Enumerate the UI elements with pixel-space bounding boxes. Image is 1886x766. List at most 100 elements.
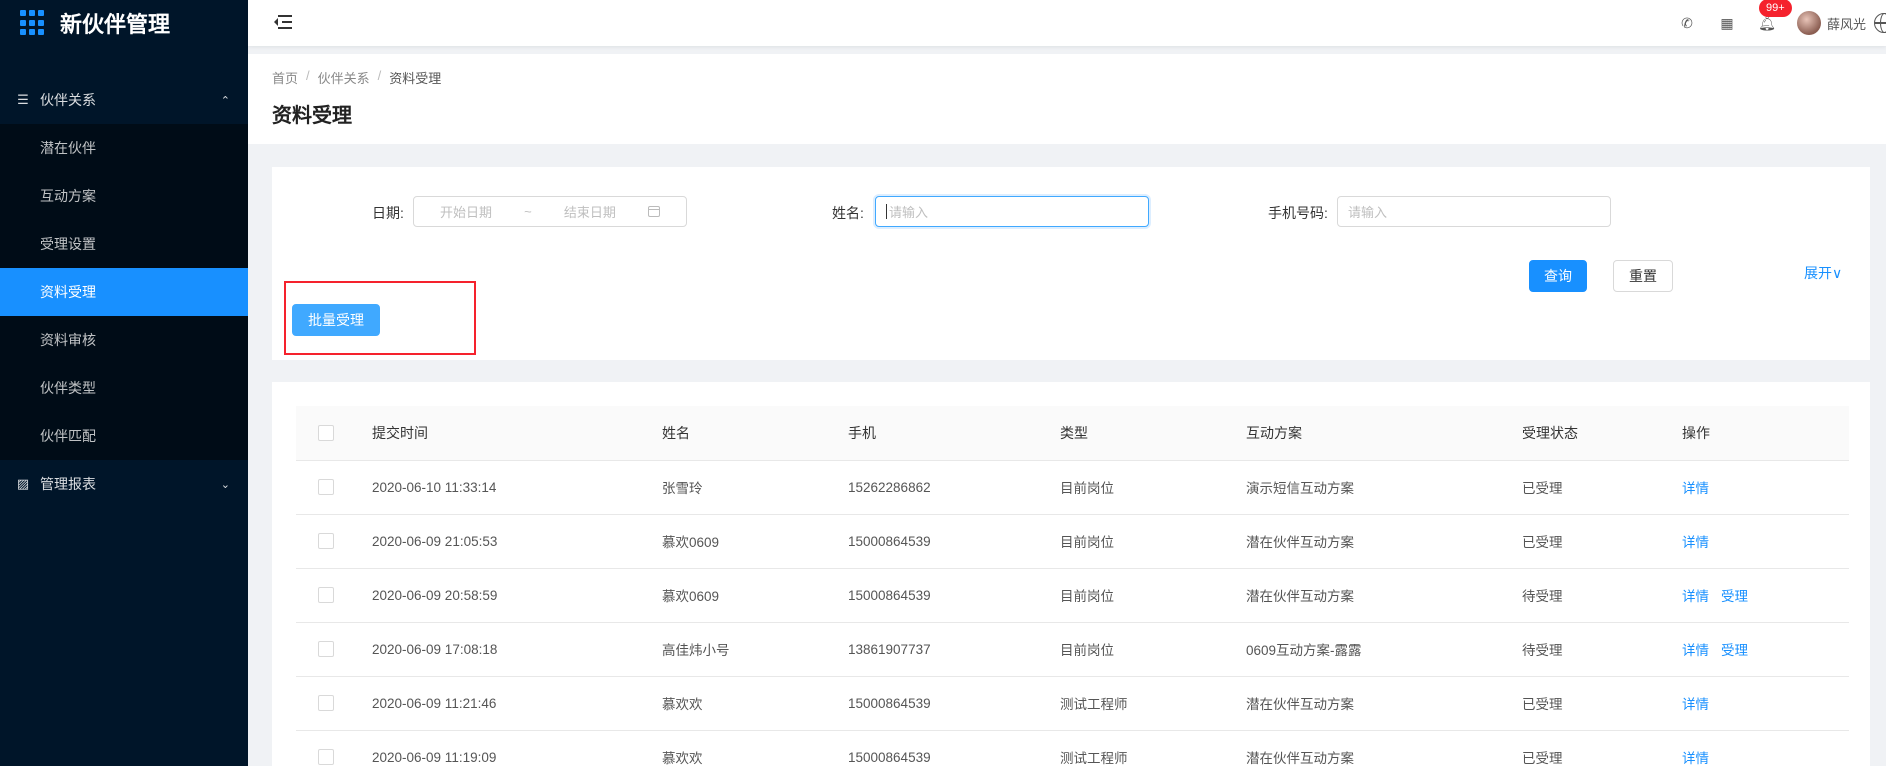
detail-link[interactable]: 详情 — [1682, 697, 1709, 712]
header-right: ✆ ▦ 🔔︎ 99+ 薛风光 — [1667, 0, 1886, 46]
sidebar-item-settings[interactable]: 受理设置 — [0, 220, 248, 268]
accept-link[interactable]: 受理 — [1721, 643, 1748, 658]
reset-button[interactable]: 重置 — [1613, 260, 1673, 292]
sidebar-item-review[interactable]: 资料审核 — [0, 316, 248, 364]
phone-icon[interactable]: ✆ — [1667, 15, 1707, 32]
date-start-input[interactable]: 开始日期 — [440, 202, 492, 221]
sidebar-item-acceptance[interactable]: 资料受理 — [0, 268, 248, 316]
cell-time: 2020-06-09 11:21:46 — [372, 676, 662, 731]
row-check-cell — [296, 568, 372, 623]
row-check-cell — [296, 514, 372, 569]
breadcrumb-partner[interactable]: 伙伴关系 — [318, 68, 370, 87]
search-button[interactable]: 查询 — [1529, 260, 1587, 292]
row-checkbox[interactable] — [318, 641, 334, 658]
menu-fold-icon[interactable] — [274, 15, 292, 31]
globe-icon[interactable] — [1874, 13, 1886, 33]
cell-phone: 13861907737 — [848, 622, 1060, 677]
sidebar-item-types[interactable]: 伙伴类型 — [0, 364, 248, 412]
cell-name: 慕欢0609 — [662, 568, 848, 623]
brand: 新伙伴管理 — [0, 0, 248, 46]
username[interactable]: 薛风光 — [1827, 14, 1866, 33]
cell-type: 目前岗位 — [1060, 622, 1246, 677]
row-check-cell — [296, 676, 372, 731]
name-input[interactable]: 请输入 — [875, 196, 1149, 227]
chevron-up-icon: ⌃ — [220, 94, 230, 107]
cell-plan: 潜在伙伴互动方案 — [1246, 568, 1522, 623]
cell-phone: 15000864539 — [848, 676, 1060, 731]
cell-time: 2020-06-09 11:19:09 — [372, 730, 662, 766]
cell-name: 高佳炜小号 — [662, 622, 848, 677]
cell-status: 已受理 — [1522, 676, 1682, 731]
detail-link[interactable]: 详情 — [1682, 535, 1709, 550]
cell-actions: 详情 — [1682, 676, 1849, 731]
phone-input[interactable]: 请输入 — [1337, 196, 1611, 227]
cell-plan: 潜在伙伴互动方案 — [1246, 514, 1522, 569]
menu-group-reports[interactable]: ▨ 管理报表 ⌄ — [0, 460, 248, 508]
col-header-actions: 操作 — [1682, 406, 1849, 461]
cell-actions: 详情 — [1682, 460, 1849, 515]
menu-group-label: 管理报表 — [40, 476, 96, 492]
col-header-plan: 互动方案 — [1246, 406, 1522, 461]
filter-card: 日期: 开始日期 ~ 结束日期 姓名: 请输入 手机号码: 请输入 查询 重置 … — [272, 167, 1870, 360]
bell-icon[interactable]: 🔔︎ 99+ — [1747, 0, 1792, 32]
menu-group-partner[interactable]: ☰ 伙伴关系 ⌃ — [0, 76, 248, 124]
sidebar-item-interaction[interactable]: 互动方案 — [0, 172, 248, 220]
breadcrumb: 首页 / 伙伴关系 / 资料受理 — [272, 68, 1886, 87]
table-row: 2020-06-09 11:19:09 慕欢欢 15000864539 测试工程… — [296, 730, 1849, 766]
cell-name: 慕欢0609 — [662, 514, 848, 569]
sidebar-item-matching[interactable]: 伙伴匹配 — [0, 412, 248, 460]
cell-type: 目前岗位 — [1060, 568, 1246, 623]
cell-time: 2020-06-09 20:58:59 — [372, 568, 662, 623]
apps-icon[interactable]: ▦ — [1707, 15, 1747, 32]
cell-actions: 详情 受理 — [1682, 622, 1849, 677]
row-checkbox[interactable] — [318, 695, 334, 712]
col-header-type: 类型 — [1060, 406, 1246, 461]
table-row: 2020-06-09 11:21:46 慕欢欢 15000864539 测试工程… — [296, 676, 1849, 731]
row-checkbox[interactable] — [318, 749, 334, 766]
table-row: 2020-06-10 11:33:14 张雪玲 15262286862 目前岗位… — [296, 460, 1849, 515]
date-range-picker[interactable]: 开始日期 ~ 结束日期 — [413, 196, 687, 227]
detail-link[interactable]: 详情 — [1682, 481, 1709, 496]
detail-link[interactable]: 详情 — [1682, 589, 1709, 604]
row-checkbox[interactable] — [318, 533, 334, 550]
cell-phone: 15000864539 — [848, 568, 1060, 623]
cell-status: 已受理 — [1522, 730, 1682, 766]
table-row: 2020-06-09 21:05:53 慕欢0609 15000864539 目… — [296, 514, 1849, 569]
cell-plan: 潜在伙伴互动方案 — [1246, 676, 1522, 731]
sidebar-item-potential[interactable]: 潜在伙伴 — [0, 124, 248, 172]
chart-icon: ▨ — [16, 476, 30, 491]
select-all-cell — [296, 406, 372, 461]
cell-plan: 演示短信互动方案 — [1246, 460, 1522, 515]
cell-name: 张雪玲 — [662, 460, 848, 515]
cell-plan: 0609互动方案-露露 — [1246, 622, 1522, 677]
detail-link[interactable]: 详情 — [1682, 643, 1709, 658]
page-title: 资料受理 — [272, 105, 352, 127]
notification-badge: 99+ — [1758, 0, 1792, 17]
breadcrumb-home[interactable]: 首页 — [272, 68, 298, 87]
list-icon: ☰ — [17, 92, 29, 107]
cell-time: 2020-06-09 21:05:53 — [372, 514, 662, 569]
page-header: 首页 / 伙伴关系 / 资料受理 资料受理 — [248, 54, 1886, 144]
date-end-input[interactable]: 结束日期 — [564, 202, 616, 221]
breadcrumb-separator: / — [306, 68, 310, 83]
col-header-phone: 手机 — [848, 406, 1060, 461]
top-header: ✆ ▦ 🔔︎ 99+ 薛风光 — [248, 0, 1886, 46]
row-check-cell — [296, 460, 372, 515]
cell-status: 已受理 — [1522, 514, 1682, 569]
col-header-time: 提交时间 — [372, 406, 662, 461]
cell-name: 慕欢欢 — [662, 676, 848, 731]
avatar[interactable] — [1796, 11, 1821, 35]
accept-link[interactable]: 受理 — [1721, 589, 1748, 604]
col-header-status: 受理状态 — [1522, 406, 1682, 461]
cell-phone: 15262286862 — [848, 460, 1060, 515]
row-checkbox[interactable] — [318, 587, 334, 604]
expand-toggle[interactable]: 展开∨ — [1804, 263, 1842, 283]
chevron-down-icon: ∨ — [1832, 265, 1843, 281]
batch-accept-button[interactable]: 批量受理 — [292, 304, 380, 336]
row-checkbox[interactable] — [318, 479, 334, 496]
detail-link[interactable]: 详情 — [1682, 751, 1709, 766]
cell-plan: 潜在伙伴互动方案 — [1246, 730, 1522, 766]
text-caret — [886, 204, 887, 219]
row-check-cell — [296, 622, 372, 677]
select-all-checkbox[interactable] — [318, 425, 334, 442]
